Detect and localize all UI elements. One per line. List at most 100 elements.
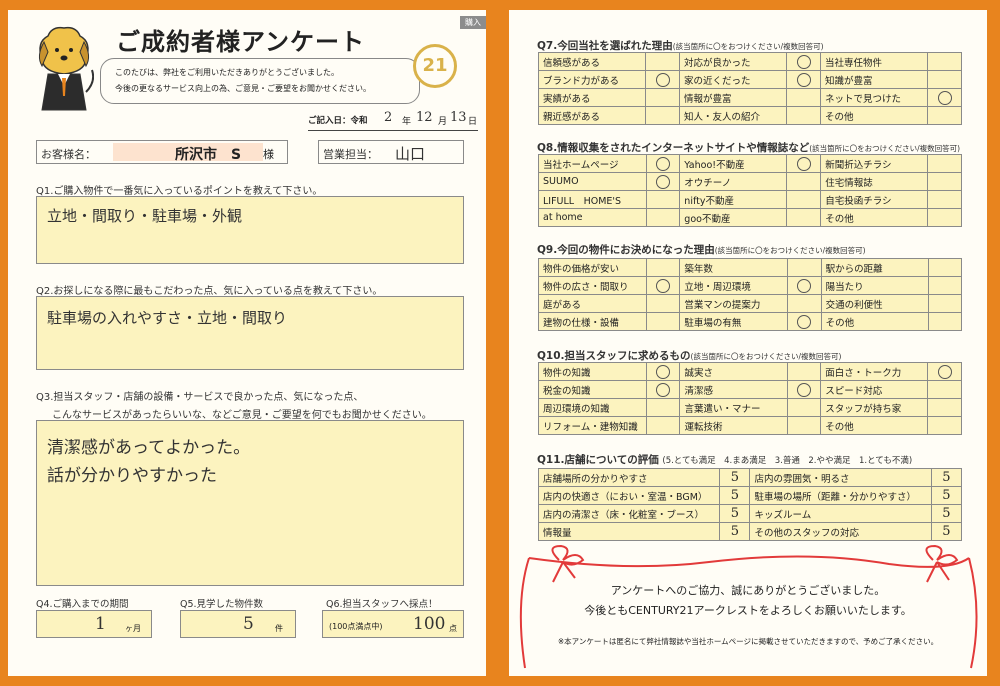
q8-option-mark[interactable]	[786, 172, 822, 191]
q11-item-label: 情報量	[537, 522, 721, 541]
sales-staff-field: 営業担当： 山口	[318, 140, 464, 164]
q10-option-mark[interactable]	[927, 362, 962, 381]
sales-staff-value: 山口	[395, 145, 426, 163]
q7-option-mark[interactable]	[786, 106, 821, 125]
q11-item-score[interactable]: 5	[930, 486, 963, 505]
q9-option-label: 築年数	[679, 258, 788, 277]
q7-option-mark[interactable]	[645, 52, 680, 71]
q8-option-mark[interactable]	[645, 172, 681, 191]
date-month: 12	[416, 110, 433, 125]
q10-row: 周辺環境の知識 言葉遣い・マナー スタッフが持ち家	[538, 398, 962, 417]
q4-unit: ヶ月	[125, 624, 141, 633]
q2-question: Q2.お探しになる際に最もこだわった点、気に入っている点を教えて下さい。	[36, 286, 383, 297]
q11-item-score[interactable]: 5	[930, 522, 963, 541]
q8-option-mark[interactable]	[786, 190, 822, 209]
q8-option-mark[interactable]	[645, 154, 681, 173]
q10-option-mark[interactable]	[786, 362, 822, 381]
q11-item-score[interactable]: 5	[930, 504, 963, 523]
q7-option-mark[interactable]	[786, 70, 821, 89]
q11-item-score[interactable]: 5	[719, 504, 751, 523]
q7-option-mark[interactable]	[645, 70, 680, 89]
q9-option-mark[interactable]	[786, 258, 822, 277]
q11-item-score[interactable]: 5	[930, 468, 963, 487]
q7-option-mark[interactable]	[645, 88, 680, 107]
q8-option-mark[interactable]	[645, 208, 681, 227]
q7-title: Q7.今回当社を選ばれた理由(該当箇所に〇をおつけください/複数回答可)	[537, 38, 824, 53]
q10-option-mark[interactable]	[645, 362, 681, 381]
q8-option-mark[interactable]	[927, 208, 962, 227]
q8-option-mark[interactable]	[927, 154, 962, 173]
q10-option-mark[interactable]	[645, 380, 681, 399]
q10-option-label: 運転技術	[679, 416, 788, 435]
q8-row: at home goo不動産 その他	[538, 208, 962, 227]
q8-option-mark[interactable]	[786, 208, 822, 227]
q11-item-label: 店内の雰囲気・明るさ	[749, 468, 932, 487]
q8-option-mark[interactable]	[927, 172, 962, 191]
q10-option-label: 物件の知識	[538, 362, 647, 381]
q7-option-label: 当社専任物件	[819, 52, 929, 71]
q10-option-mark[interactable]	[927, 380, 962, 399]
date-month-unit: 月	[438, 117, 448, 127]
q9-option-mark[interactable]	[786, 276, 822, 295]
q10-option-mark[interactable]	[786, 416, 822, 435]
q8-option-label: goo不動産	[679, 208, 788, 227]
q9-option-mark[interactable]	[927, 258, 963, 277]
q3-answer-line-2: 話が分かりやすかった	[47, 466, 217, 486]
q10-option-mark[interactable]	[786, 380, 822, 399]
q7-option-mark[interactable]	[786, 52, 821, 71]
q6-question: Q6.担当スタッフへ採点！	[326, 599, 438, 610]
q7-option-mark[interactable]	[927, 70, 962, 89]
q10-option-mark[interactable]	[645, 398, 681, 417]
q7-option-mark[interactable]	[645, 106, 680, 125]
q8-row: LIFULL HOME'S nifty不動産 自宅投函チラシ	[538, 190, 962, 209]
q5-question: Q5.見学した物件数	[180, 599, 264, 610]
q10-note: (該当箇所に〇をおつけください/複数回答可)	[690, 352, 842, 361]
q10-option-mark[interactable]	[927, 416, 962, 435]
q9-option-mark[interactable]	[645, 312, 681, 331]
q11-item-score[interactable]: 5	[719, 522, 751, 541]
q8-option-mark[interactable]	[645, 190, 681, 209]
customer-name-value: 所沢市 S	[175, 147, 242, 163]
q9-option-mark[interactable]	[786, 312, 822, 331]
q1-answer-box: 立地・間取り・駐車場・外観	[36, 196, 464, 264]
q10-title: Q10.担当スタッフに求めるもの(該当箇所に〇をおつけください/複数回答可)	[537, 348, 841, 363]
q7-option-mark[interactable]	[927, 106, 962, 125]
q7-note: (該当箇所に〇をおつけください/複数回答可)	[672, 42, 824, 51]
q9-title-text: Q9.今回の物件にお決めになった理由	[537, 244, 715, 256]
q4-question: Q4.ご購入までの期間	[36, 599, 129, 610]
q7-option-label: 知人・友人の紹介	[678, 106, 788, 125]
q7-option-mark[interactable]	[927, 52, 962, 71]
q3-question-line-1: Q3.担当スタッフ・店舗の設備・サービスで良かった点、気になった点、	[36, 392, 364, 403]
q9-table: 物件の価格が安い 築年数 駅からの距離 物件の広さ・間取り 立地・周辺環境 陽当たり 庭があ…	[538, 258, 963, 331]
q10-row: 物件の知識 誠実さ 面白さ・トーク力	[538, 362, 962, 381]
q10-option-mark[interactable]	[786, 398, 822, 417]
q9-option-mark[interactable]	[645, 276, 681, 295]
q8-option-mark[interactable]	[927, 190, 962, 209]
q10-option-mark[interactable]	[645, 416, 681, 435]
q5-unit: 件	[275, 624, 283, 633]
sales-staff-label: 営業担当：	[323, 148, 378, 161]
q11-title: Q11.店舗についての評価 (5.とても満足 4.まあ満足 3.普通 2.やや満…	[537, 452, 912, 467]
q3-question-line-2: こんなサービスがあったらいいな、などご意見・ご要望を何でもお聞かせください。	[52, 410, 432, 421]
q10-option-label: スピード対応	[820, 380, 929, 399]
q9-option-mark[interactable]	[927, 294, 963, 313]
q7-option-mark[interactable]	[786, 88, 821, 107]
q11-item-label: 店舗場所の分かりやすさ	[537, 468, 721, 487]
q9-option-mark[interactable]	[927, 276, 963, 295]
q11-item-score[interactable]: 5	[719, 468, 751, 487]
q10-row: 税金の知識 清潔感 スピード対応	[538, 380, 962, 399]
q11-item-score[interactable]: 5	[719, 486, 751, 505]
q8-option-label: 当社ホームページ	[538, 154, 647, 173]
date-year-unit: 年	[402, 117, 412, 127]
q9-option-mark[interactable]	[645, 294, 681, 313]
q7-option-mark[interactable]	[927, 88, 962, 107]
q9-option-mark[interactable]	[645, 258, 681, 277]
q10-option-mark[interactable]	[927, 398, 962, 417]
q9-option-mark[interactable]	[786, 294, 822, 313]
q8-option-mark[interactable]	[786, 154, 822, 173]
q3-answer-box: 清潔感があってよかった。 話が分かりやすかった	[36, 420, 464, 586]
footer-note: ※本アンケートは匿名にて弊社情報誌や当社ホームページに掲載させていただきますので…	[557, 637, 939, 646]
q7-option-label: ブランド力がある	[537, 70, 647, 89]
q10-option-label: スタッフが持ち家	[820, 398, 929, 417]
q9-option-mark[interactable]	[927, 312, 963, 331]
